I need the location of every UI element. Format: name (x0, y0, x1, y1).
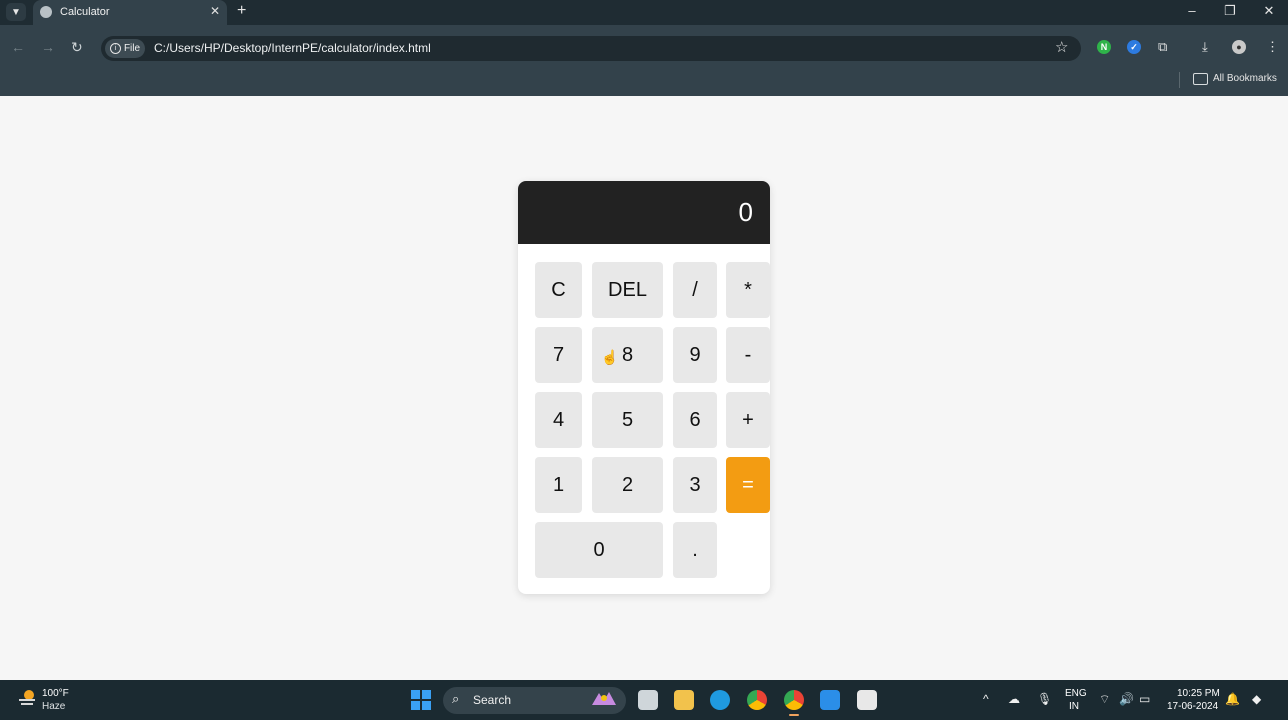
folder-icon[interactable] (1193, 73, 1208, 85)
multiply-button[interactable]: * (726, 262, 770, 318)
battery-icon[interactable]: ▭ (1139, 692, 1150, 706)
forward-arrow-icon[interactable]: → (41, 39, 55, 55)
site-info-chip[interactable]: i File (105, 39, 145, 58)
two-button[interactable]: 2 (592, 457, 663, 513)
tab-search-menu-button[interactable]: ▼ (6, 3, 26, 21)
new-tab-button[interactable]: + (237, 2, 246, 20)
profile-avatar[interactable]: ● (1232, 40, 1246, 54)
reload-icon[interactable]: ↻ (71, 39, 83, 56)
blue-extension-icon[interactable]: ✓ (1127, 40, 1141, 54)
more-menu-icon[interactable]: ⋮ (1266, 39, 1279, 55)
three-button[interactable]: 3 (673, 457, 717, 513)
windows-start-icon[interactable] (411, 690, 431, 710)
haze-weather-icon[interactable] (17, 689, 37, 707)
weather-description: Haze (42, 701, 66, 712)
language-region[interactable]: IN (1069, 701, 1079, 712)
zero-button[interactable]: 0 (535, 522, 663, 578)
calculator-display: 0 (518, 181, 770, 244)
active-app-indicator (789, 714, 799, 716)
plus-button[interactable]: + (726, 392, 770, 448)
tab-calculator[interactable]: Calculator ✕ (33, 0, 227, 25)
all-bookmarks-link[interactable]: All Bookmarks (1213, 73, 1277, 84)
notification-bell-icon[interactable]: 🔔 (1225, 692, 1240, 706)
minimize-icon[interactable]: – (1184, 3, 1200, 18)
green-extension-icon[interactable]: N (1097, 40, 1111, 54)
globe-icon (40, 6, 52, 18)
info-icon: i (109, 43, 121, 54)
copilot-icon[interactable]: ◆ (1252, 692, 1261, 706)
microphone-icon[interactable]: 🎙 (1037, 692, 1052, 706)
one-button[interactable]: 1 (535, 457, 582, 513)
snipping-tool-icon[interactable] (857, 690, 877, 710)
minus-button[interactable]: - (726, 327, 770, 383)
delete-button[interactable]: DEL (592, 262, 663, 318)
nine-button[interactable]: 9 (673, 327, 717, 383)
seven-button[interactable]: 7 (535, 327, 582, 383)
six-button[interactable]: 6 (673, 392, 717, 448)
download-icon[interactable]: ⤓ (1202, 39, 1208, 55)
search-highlight-icon (592, 692, 616, 705)
chevron-up-icon[interactable]: ^ (983, 692, 989, 706)
search-icon: ⌕ (452, 691, 460, 706)
back-arrow-icon[interactable]: ← (11, 39, 25, 55)
decimal-button[interactable]: . (673, 522, 717, 578)
search-label: Search (473, 693, 512, 707)
divide-button[interactable]: / (673, 262, 717, 318)
language-indicator[interactable]: ENG (1065, 688, 1087, 699)
volume-icon[interactable]: 🔊 (1119, 692, 1134, 706)
four-button[interactable]: 4 (535, 392, 582, 448)
weather-temperature: 100°F (42, 688, 69, 699)
restore-icon[interactable]: ❐ (1222, 3, 1238, 19)
calculator: 0 C DEL / * 7 8 9 - 4 5 6 + 1 2 3 = 0 . (518, 181, 770, 594)
file-label: File (123, 43, 141, 54)
bookmarks-divider (1179, 72, 1180, 88)
chrome-profile-icon[interactable] (784, 690, 804, 710)
file-explorer-icon[interactable] (674, 690, 694, 710)
tab-title: Calculator (60, 6, 110, 18)
chevron-down-icon: ▼ (11, 6, 21, 18)
five-button[interactable]: 5 (592, 392, 663, 448)
clear-button[interactable]: C (535, 262, 582, 318)
vscode-icon[interactable] (820, 690, 840, 710)
bookmark-star-icon[interactable]: ☆ (1055, 38, 1068, 56)
clock-date[interactable]: 17-06-2024 (1167, 701, 1218, 712)
hand-pointer-icon: ☝ (601, 349, 619, 365)
close-window-icon[interactable]: ✕ (1261, 3, 1277, 19)
edge-icon[interactable] (710, 690, 730, 710)
chrome-icon[interactable] (747, 690, 767, 710)
url-text[interactable]: C:/Users/HP/Desktop/InternPE/calculator/… (154, 41, 431, 55)
task-view-icon[interactable] (638, 690, 658, 710)
close-icon[interactable]: ✕ (210, 4, 220, 18)
clock-time[interactable]: 10:25 PM (1177, 688, 1220, 699)
cloud-icon[interactable]: ☁ (1008, 692, 1020, 706)
bookmarks-bar (0, 69, 1288, 96)
display-value: 0 (738, 197, 753, 227)
equals-button[interactable]: = (726, 457, 770, 513)
wifi-icon[interactable]: ⌔ (1099, 692, 1110, 707)
extensions-puzzle-icon[interactable]: ⧉ (1158, 39, 1167, 55)
